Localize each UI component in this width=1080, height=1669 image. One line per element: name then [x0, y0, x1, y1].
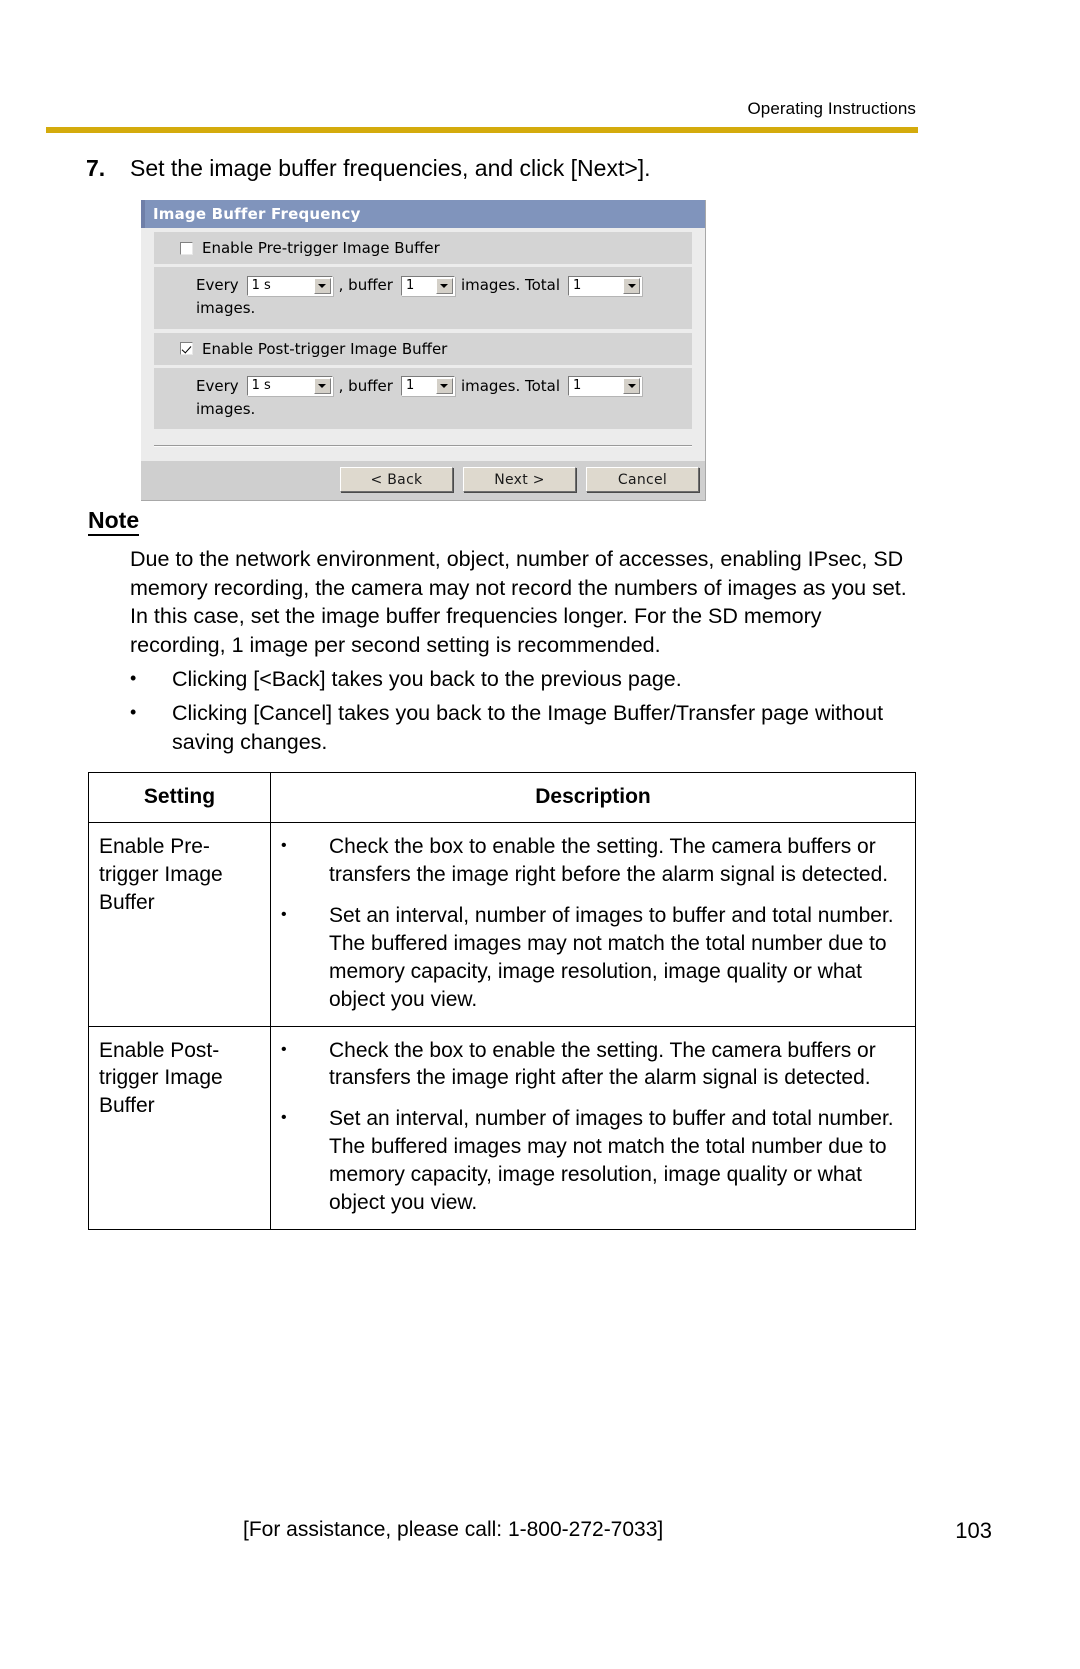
pre-trigger-total-label: images. Total [460, 276, 561, 294]
post-trigger-checkbox[interactable] [180, 342, 193, 355]
post-trigger-interval-select[interactable]: 1 s [246, 376, 333, 397]
post-trigger-total-value: 1 [573, 378, 582, 394]
bullet-icon: • [281, 1109, 287, 1127]
post-trigger-buffer-select[interactable]: 1 [400, 376, 455, 397]
description-text: Check the box to enable the setting. The… [329, 835, 889, 886]
cell-setting-name: Enable Pre-trigger Image Buffer [88, 822, 271, 1027]
pre-trigger-every-label: Every [196, 276, 239, 294]
post-trigger-every-label: Every [196, 376, 239, 395]
combo-spacer [418, 277, 435, 295]
chevron-down-icon[interactable] [435, 277, 453, 294]
note-body: Due to the network environment, object, … [130, 545, 920, 756]
dialog-button-bar: < Back Next > Cancel [141, 461, 705, 500]
post-trigger-interval-value: 1 s [251, 378, 271, 394]
cell-setting-name: Enable Post-trigger Image Buffer [88, 1025, 271, 1231]
page-header: Operating Instructions [46, 100, 918, 133]
combo-spacer [585, 377, 622, 395]
note-heading: Note [88, 507, 140, 537]
next-button[interactable]: Next > [463, 467, 576, 492]
pre-trigger-interval-value: 1 s [251, 277, 271, 293]
column-header-description: Description [270, 772, 916, 823]
table-body: Enable Pre-trigger Image Buffer • Check … [88, 822, 916, 1231]
cancel-button[interactable]: Cancel [586, 467, 699, 492]
note-bullet-text: Clicking [Cancel] takes you back to the … [172, 700, 884, 754]
cell-description: • Check the box to enable the setting. T… [270, 822, 916, 1027]
chevron-down-icon[interactable] [313, 378, 331, 395]
dialog-body: Enable Pre-trigger Image Buffer Every 1 … [141, 232, 705, 500]
bullet-icon: • [281, 905, 287, 923]
list-item: • Check the box to enable the setting. T… [281, 1037, 905, 1093]
post-trigger-fields: Every 1 s , buffer 1 images. Total 1 ima… [154, 367, 692, 429]
pre-trigger-buffer-label: , buffer [338, 276, 393, 294]
combo-spacer [418, 377, 435, 395]
list-item: • Clicking [<Back] takes you back to the… [130, 665, 920, 694]
pre-trigger-checkbox[interactable] [180, 241, 193, 255]
cell-description: • Check the box to enable the setting. T… [270, 1025, 916, 1231]
note-bullet-list: • Clicking [<Back] takes you back to the… [130, 665, 920, 756]
step-number: 7. [86, 155, 106, 181]
table-header-row: Setting Description [88, 772, 916, 823]
back-button[interactable]: < Back [340, 467, 453, 492]
pre-trigger-interval-select[interactable]: 1 s [246, 275, 333, 296]
post-trigger-checkbox-row[interactable]: Enable Post-trigger Image Buffer [154, 332, 692, 365]
chevron-down-icon[interactable] [623, 378, 641, 395]
chevron-down-icon[interactable] [435, 378, 453, 395]
dialog-title: Image Buffer Frequency [141, 200, 705, 228]
note-bullet-text: Clicking [<Back] takes you back to the p… [172, 667, 682, 692]
combo-spacer [275, 277, 313, 295]
column-header-setting: Setting [88, 772, 271, 823]
table-row: Enable Pre-trigger Image Buffer • Check … [88, 822, 916, 1027]
list-item: • Set an interval, number of images to b… [281, 902, 905, 1014]
combo-spacer [585, 277, 622, 295]
combo-spacer [275, 377, 313, 395]
pre-trigger-fields: Every 1 s , buffer 1 images. Total 1 ima… [154, 267, 692, 329]
bullet-icon: • [281, 1040, 287, 1058]
description-text: Set an interval, number of images to buf… [329, 903, 894, 1011]
post-trigger-buffer-value: 1 [405, 378, 415, 394]
pre-trigger-checkbox-label: Enable Pre-trigger Image Buffer [202, 239, 440, 257]
list-item: • Set an interval, number of images to b… [281, 1105, 905, 1217]
image-buffer-frequency-dialog: Image Buffer Frequency Enable Pre-trigge… [141, 200, 706, 501]
pre-trigger-total-select[interactable]: 1 [568, 275, 643, 296]
pre-trigger-buffer-select[interactable]: 1 [400, 275, 455, 296]
pre-trigger-checkbox-row[interactable]: Enable Pre-trigger Image Buffer [154, 232, 692, 264]
list-item: • Check the box to enable the setting. T… [281, 833, 905, 889]
note-paragraph: Due to the network environment, object, … [130, 547, 907, 657]
pre-trigger-total-value: 1 [573, 277, 582, 293]
step-text: Set the image buffer frequencies, and cl… [130, 155, 651, 181]
chevron-down-icon[interactable] [623, 277, 641, 294]
header-rule [46, 127, 918, 133]
step-instruction: 7. Set the image buffer frequencies, and… [86, 155, 651, 182]
header-title: Operating Instructions [747, 99, 916, 118]
bullet-icon: • [130, 668, 137, 689]
description-bullet-list: • Check the box to enable the setting. T… [281, 1037, 905, 1218]
chevron-down-icon[interactable] [313, 277, 331, 294]
table-row: Enable Post-trigger Image Buffer • Check… [88, 1025, 916, 1231]
pre-trigger-trailing-label: images. [196, 299, 256, 318]
assistance-phone-text: [For assistance, please call: 1-800-272-… [243, 1518, 664, 1541]
description-text: Set an interval, number of images to buf… [329, 1107, 894, 1215]
settings-description-table: Setting Description Enable Pre-trigger I… [88, 772, 916, 1231]
pre-trigger-buffer-value: 1 [405, 277, 415, 293]
dialog-divider [154, 445, 692, 447]
table-head: Setting Description [88, 772, 916, 823]
description-bullet-list: • Check the box to enable the setting. T… [281, 833, 905, 1014]
post-trigger-trailing-label: images. [196, 399, 256, 418]
bullet-icon: • [281, 837, 287, 854]
bullet-icon: • [130, 701, 137, 722]
post-trigger-total-label: images. Total [460, 376, 561, 395]
post-trigger-total-select[interactable]: 1 [568, 376, 643, 397]
description-text: Check the box to enable the setting. The… [329, 1038, 876, 1090]
list-item: • Clicking [Cancel] takes you back to th… [130, 699, 920, 756]
page-number: 103 [955, 1518, 992, 1543]
post-trigger-buffer-label: , buffer [338, 376, 393, 395]
post-trigger-checkbox-label: Enable Post-trigger Image Buffer [202, 339, 448, 358]
